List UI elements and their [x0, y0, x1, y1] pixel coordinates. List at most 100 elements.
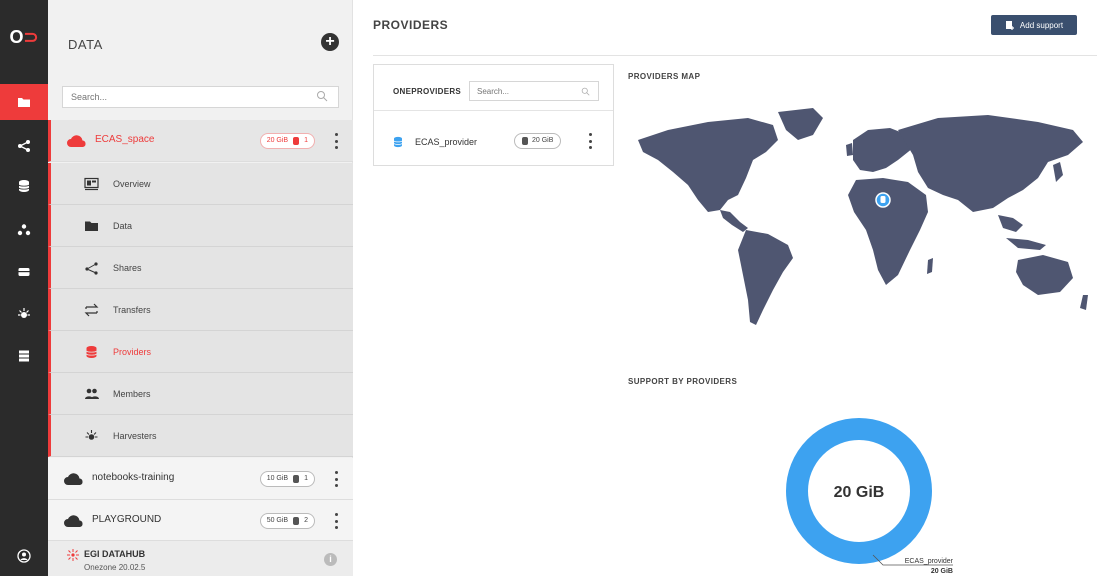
- space-name: ECAS_space: [95, 134, 155, 145]
- nav-shares[interactable]: [0, 128, 48, 164]
- indonesia: [1006, 238, 1046, 250]
- provider-menu-button[interactable]: [587, 133, 593, 149]
- space-provider-count: 1: [304, 137, 308, 144]
- logo-text: O: [9, 27, 24, 47]
- space-size: 50 GiB: [266, 517, 289, 524]
- logo-accent: ⊃: [23, 27, 39, 47]
- submenu-item-transfers[interactable]: Transfers: [48, 289, 353, 331]
- cloud-icon: [64, 473, 83, 485]
- submenu-label: Data: [113, 221, 133, 231]
- icon-bar: O⊃: [0, 0, 48, 576]
- space-support-badge: 20 GiB 1: [259, 133, 315, 149]
- page-title: PROVIDERS: [373, 18, 449, 32]
- search-icon: [317, 91, 328, 102]
- slice-label-value: 20 GiB: [931, 568, 953, 575]
- southeast-asia: [998, 215, 1023, 232]
- info-button[interactable]: i: [324, 553, 337, 566]
- add-support-icon: [1005, 21, 1014, 30]
- database-icon: [522, 137, 528, 145]
- clusters-icon: [19, 350, 29, 362]
- nav-data[interactable]: [0, 84, 48, 120]
- submenu-label: Overview: [113, 179, 151, 189]
- submenu-label: Members: [113, 389, 151, 399]
- sidebar-footer: EGI DATAHUB Onezone 20.02.5 i: [48, 540, 353, 576]
- providers-map-title: PROVIDERS MAP: [628, 72, 701, 81]
- new-zealand: [1080, 295, 1088, 310]
- central-america: [720, 210, 748, 232]
- providers-world-map[interactable]: [628, 100, 1098, 335]
- database-icon: [86, 346, 97, 358]
- australia: [1016, 255, 1073, 295]
- space-item-ecas-space[interactable]: ECAS_space 20 GiB 1: [48, 120, 353, 162]
- space-name: PLAYGROUND: [92, 514, 162, 525]
- members-icon: [85, 388, 99, 399]
- donut-center-label: 20 GiB: [834, 484, 885, 501]
- united-kingdom: [846, 143, 853, 156]
- nav-groups[interactable]: [0, 212, 48, 248]
- nav-providers[interactable]: [0, 168, 48, 204]
- space-provider-count: 1: [304, 475, 308, 482]
- sidebar-title: DATA: [68, 37, 103, 52]
- database-icon: [293, 517, 300, 525]
- harvester-icon: [18, 308, 30, 318]
- add-support-button[interactable]: Add support: [991, 15, 1077, 35]
- nav-harvesters[interactable]: [0, 296, 48, 332]
- providers-search-input[interactable]: [469, 81, 599, 101]
- space-item-playground[interactable]: PLAYGROUND 50 GiB 2: [48, 500, 353, 542]
- plus-icon: +: [325, 33, 335, 50]
- madagascar: [927, 258, 933, 274]
- cloud-icon: [64, 515, 83, 527]
- transfers-icon: [84, 303, 99, 317]
- nav-user[interactable]: [0, 538, 48, 574]
- groups-icon: [17, 224, 31, 236]
- folder-icon: [18, 98, 30, 107]
- database-icon: [393, 136, 403, 148]
- space-provider-count: 2: [304, 517, 308, 524]
- nav-clusters[interactable]: [0, 338, 48, 374]
- submenu-item-harvesters[interactable]: Harvesters: [48, 415, 353, 457]
- slice-label-name: ECAS_provider: [905, 558, 954, 565]
- submenu-item-members[interactable]: Members: [48, 373, 353, 415]
- data-sidebar: DATA + ECAS_space 20 GiB1 Overview Data …: [48, 0, 353, 576]
- space-menu-button[interactable]: [333, 133, 339, 149]
- sidebar-search-input[interactable]: [62, 86, 339, 108]
- submenu-item-shares[interactable]: Shares: [48, 247, 353, 289]
- submenu-item-data[interactable]: Data: [48, 205, 353, 247]
- south-america: [738, 230, 793, 325]
- greenland: [778, 108, 823, 140]
- support-donut-chart: 20 GiB ECAS_provider 20 GiB: [786, 418, 954, 575]
- provider-name: ECAS_provider: [415, 137, 478, 147]
- nav-tokens[interactable]: [0, 254, 48, 290]
- egi-logo-icon: [67, 549, 79, 561]
- submenu-item-overview[interactable]: Overview: [48, 163, 353, 205]
- info-icon: i: [329, 554, 332, 564]
- add-space-button[interactable]: +: [321, 33, 339, 51]
- user-icon: [17, 549, 31, 563]
- space-menu-button[interactable]: [333, 471, 339, 487]
- onedata-logo[interactable]: O⊃: [0, 27, 48, 48]
- space-item-notebooks-training[interactable]: notebooks-training 10 GiB 1: [48, 458, 353, 500]
- database-icon: [293, 137, 300, 145]
- submenu-label: Transfers: [113, 305, 151, 315]
- space-support-badge: 10 GiB 1: [259, 471, 315, 487]
- folder-icon: [85, 221, 98, 231]
- submenu-item-providers[interactable]: Providers: [48, 331, 353, 373]
- japan: [1053, 162, 1063, 182]
- cloud-icon: [67, 135, 86, 147]
- search-icon: [581, 87, 590, 96]
- space-support-badge: 50 GiB 2: [259, 513, 315, 529]
- space-size: 20 GiB: [266, 137, 289, 144]
- space-menu-button[interactable]: [333, 513, 339, 529]
- share-icon: [85, 262, 98, 275]
- zone-version: Onezone 20.02.5: [84, 563, 146, 572]
- support-chart-title: SUPPORT BY PROVIDERS: [628, 377, 738, 386]
- share-icon: [18, 140, 30, 152]
- header-divider: [373, 55, 1097, 56]
- tokens-icon: [18, 268, 30, 276]
- oneproviders-card: ONEPROVIDERS ECAS_provider 20 GiB: [373, 64, 614, 166]
- harvester-icon: [85, 430, 98, 440]
- provider-marker-ecas-provider[interactable]: [875, 192, 891, 208]
- oneproviders-header: ONEPROVIDERS: [374, 65, 613, 111]
- main-content: PROVIDERS Add support ONEPROVIDERS ECAS_…: [353, 0, 1105, 576]
- submenu-label: Shares: [113, 263, 142, 273]
